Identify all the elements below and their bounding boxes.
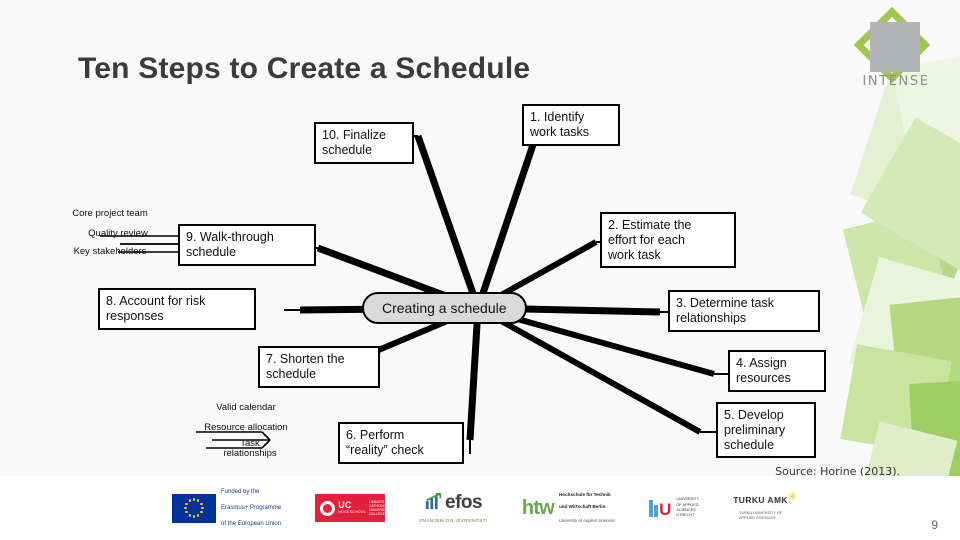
eu-star-icon bbox=[185, 511, 188, 514]
eu-star-icon bbox=[197, 499, 200, 502]
turku-wordmark: TURKU AMK bbox=[733, 494, 788, 505]
efos-chart-icon bbox=[425, 493, 442, 510]
footer-logo-bar: Funded by the Erasmus+ Programme of the … bbox=[0, 476, 960, 540]
htw-line1: Hochschule für Technik bbox=[558, 492, 611, 498]
efos-tagline: ZNANJEM DO IZVRSNOSTI bbox=[419, 518, 488, 523]
mindmap-node-5[interactable]: 5. Develop preliminary schedule bbox=[716, 402, 816, 459]
mindmap-node-10[interactable]: 10. Finalize schedule bbox=[314, 122, 414, 164]
mindmap-node-2[interactable]: 2. Estimate the effort for each work tas… bbox=[600, 212, 736, 269]
erasmus-text: Funded by the Erasmus+ Programme of the … bbox=[221, 480, 281, 537]
intense-logo: INTENSE bbox=[848, 6, 944, 96]
eu-star-icon bbox=[185, 502, 188, 505]
logo-hu-utrecht: U UNIVERSITY OF APPLIED SCIENCES UTRECHT bbox=[649, 497, 699, 518]
subleaf-task-relationships: Task relationships bbox=[223, 438, 277, 460]
uc-wordmark: UC HOGESCHOOL bbox=[338, 499, 366, 515]
eu-star-icon bbox=[184, 506, 187, 510]
logo-uc-limburg: UC HOGESCHOOL LIMBURG CATHOLIC UNIVERSIT… bbox=[315, 494, 389, 522]
eu-star-icon bbox=[192, 498, 196, 501]
mindmap-node-8[interactable]: 8. Account for risk responses bbox=[98, 288, 256, 330]
logo-wordmark: INTENSE bbox=[862, 74, 930, 89]
efos-row: efos bbox=[425, 491, 483, 513]
eu-flag-icon bbox=[172, 493, 217, 523]
subleaf-key-stakeholders: Key stakeholders bbox=[73, 246, 147, 257]
mindmap-node-3[interactable]: 3. Determine task relationships bbox=[668, 290, 820, 332]
logo-htw-berlin: htw Hochschule für Technik und Wirtschaf… bbox=[522, 486, 615, 530]
page-number: 9 bbox=[931, 518, 938, 532]
mindmap-node-9[interactable]: 9. Walk-through schedule bbox=[178, 224, 316, 266]
eu-star-icon bbox=[188, 514, 191, 517]
mindmap-node-6[interactable]: 6. Perform “reality” check bbox=[338, 422, 464, 464]
hu-text: UNIVERSITY OF APPLIED SCIENCES UTRECHT bbox=[676, 497, 700, 518]
mindmap-diagram: 1. Identify work tasks 2. Estimate the e… bbox=[0, 96, 880, 476]
uc-side-text: LIMBURG CATHOLIC UNIVERSITY COLLEGE bbox=[368, 499, 390, 517]
logo-erasmus-eu: Funded by the Erasmus+ Programme of the … bbox=[172, 480, 281, 537]
mindmap-center-node[interactable]: Creating a schedule bbox=[362, 292, 527, 324]
turku-subtext: TURKU UNIVERSITY OF APPLIED SCIENCES bbox=[739, 510, 783, 520]
efos-wordmark: efos bbox=[445, 491, 483, 513]
htw-italic-line: University of Applied Sciences bbox=[558, 518, 616, 524]
subleaf-core-project-team: Core project team bbox=[72, 208, 148, 219]
subleaf-quality-review: Quality review bbox=[88, 228, 148, 239]
hu-mark-icon: U bbox=[649, 499, 672, 519]
eu-star-icon bbox=[200, 511, 203, 514]
hu-letter: U bbox=[659, 499, 672, 519]
slide-canvas: INTENSE Ten Steps to Create a Schedule 1… bbox=[0, 0, 960, 540]
decor-square bbox=[889, 295, 960, 435]
subleaf-resource-allocation: Resource allocation bbox=[204, 422, 288, 433]
eu-star-icon bbox=[192, 515, 196, 518]
htw-line2: und Wirtschaft Berlin bbox=[558, 504, 606, 510]
mindmap-node-4[interactable]: 4. Assign resources bbox=[728, 350, 826, 392]
eu-star-icon bbox=[197, 514, 200, 517]
erasmus-line1: Funded by the bbox=[221, 488, 260, 495]
mindmap-node-1[interactable]: 1. Identify work tasks bbox=[522, 104, 620, 146]
erasmus-line3: of the European Union bbox=[221, 521, 282, 528]
logo-turku-amk: ✳ TURKU AMK TURKU UNIVERSITY OF APPLIED … bbox=[733, 491, 797, 521]
uc-ring-icon bbox=[320, 500, 336, 516]
eu-star-icon bbox=[188, 499, 191, 502]
page-title: Ten Steps to Create a Schedule bbox=[78, 52, 531, 85]
htw-wordmark: htw bbox=[521, 496, 555, 519]
eu-star-icon bbox=[201, 506, 204, 510]
uc-sub-text: HOGESCHOOL bbox=[338, 510, 366, 515]
logo-efos: efos ZNANJEM DO IZVRSNOSTI bbox=[419, 493, 488, 523]
eu-star-icon bbox=[200, 502, 203, 505]
uc-main-text: UC bbox=[338, 499, 352, 510]
mindmap-node-7[interactable]: 7. Shorten the schedule bbox=[258, 346, 380, 388]
htw-text: Hochschule für Technik und Wirtschaft Be… bbox=[559, 486, 615, 530]
decor-square bbox=[884, 199, 960, 291]
turku-star-icon: ✳ bbox=[787, 490, 797, 503]
uc-limburg-mark: UC HOGESCHOOL LIMBURG CATHOLIC UNIVERSIT… bbox=[315, 494, 389, 522]
erasmus-line2: Erasmus+ Programme bbox=[221, 504, 282, 511]
logo-square-icon bbox=[870, 22, 920, 72]
subleaf-valid-calendar: Valid calendar bbox=[216, 402, 276, 413]
